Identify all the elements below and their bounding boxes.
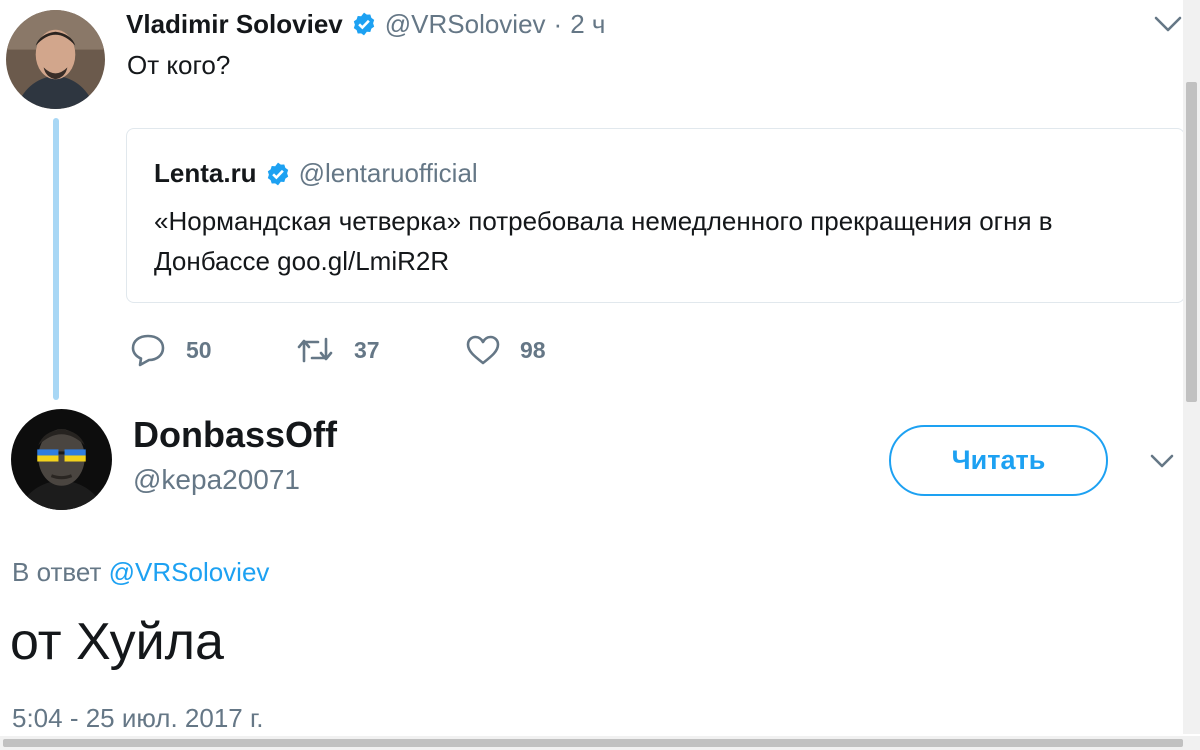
- follow-button[interactable]: Читать: [889, 425, 1108, 496]
- reply-count: 50: [186, 336, 212, 363]
- reply-context: В ответ @VRSoloviev: [12, 557, 269, 588]
- quoted-author-handle: @lentaruofficial: [298, 158, 478, 188]
- thread-line: [53, 118, 59, 400]
- quoted-tweet-header: Lenta.ru @lentaruofficial: [154, 158, 478, 189]
- chevron-down-icon[interactable]: [1148, 450, 1176, 472]
- horizontal-scrollbar-thumb[interactable]: [3, 739, 1183, 747]
- retweet-icon: [297, 337, 333, 363]
- tweet-text: От кого?: [127, 50, 231, 80]
- horizontal-scrollbar[interactable]: [0, 736, 1200, 750]
- verified-badge-icon: [351, 11, 377, 37]
- vertical-scrollbar[interactable]: [1183, 0, 1200, 734]
- tweet-header: Vladimir Soloviev @VRSoloviev · 2 ч: [126, 6, 605, 42]
- tweet-timestamp[interactable]: 5:04 - 25 июл. 2017 г.: [12, 703, 264, 734]
- author-handle[interactable]: @kepa20071: [133, 464, 300, 496]
- author-handle[interactable]: @VRSoloviev: [385, 9, 546, 40]
- retweet-count: 37: [354, 336, 380, 363]
- reply-icon: [131, 334, 165, 367]
- like-count: 98: [520, 336, 546, 363]
- chevron-down-icon[interactable]: [1152, 12, 1184, 36]
- quoted-author-name: Lenta.ru: [154, 158, 257, 188]
- reply-prefix: В ответ: [12, 557, 102, 587]
- reply-mention-link[interactable]: @VRSoloviev: [109, 557, 270, 587]
- quoted-tweet[interactable]: Lenta.ru @lentaruofficial «Нормандская ч…: [126, 128, 1185, 303]
- reply-button[interactable]: 50: [130, 330, 212, 370]
- retweet-button[interactable]: 37: [296, 330, 380, 370]
- vertical-scrollbar-thumb[interactable]: [1186, 82, 1197, 402]
- tweet-time[interactable]: 2 ч: [570, 9, 605, 40]
- author-name[interactable]: DonbassOff: [133, 414, 337, 456]
- like-button[interactable]: 98: [466, 330, 546, 370]
- quoted-tweet-text: «Нормандская четверка» потребовала немед…: [154, 206, 1053, 276]
- separator-dot: ·: [553, 8, 563, 39]
- author-name[interactable]: Vladimir Soloviev: [126, 9, 343, 40]
- tweet-text: от Хуйла: [10, 613, 224, 671]
- avatar-vladimir-soloviev[interactable]: [6, 10, 105, 109]
- heart-icon: [466, 335, 500, 365]
- verified-badge-icon: [265, 161, 291, 187]
- avatar-donbassoff[interactable]: [11, 409, 112, 510]
